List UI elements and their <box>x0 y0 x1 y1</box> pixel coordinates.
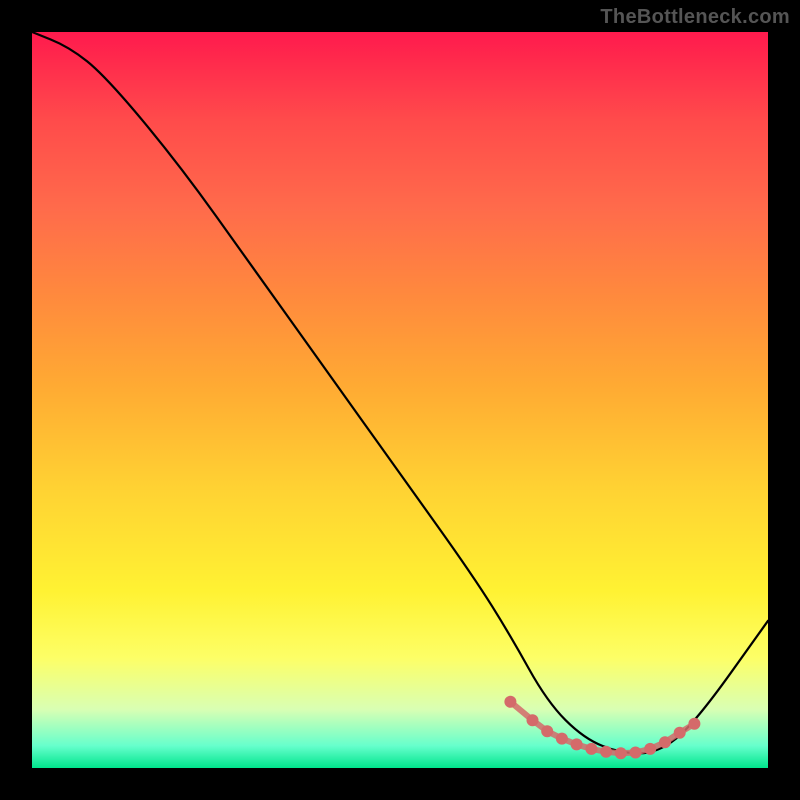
marker-dot <box>527 714 539 726</box>
chart-overlay-svg <box>32 32 768 768</box>
marker-dot <box>688 718 700 730</box>
marker-dot <box>541 725 553 737</box>
marker-dot <box>556 733 568 745</box>
marker-group <box>504 696 700 760</box>
marker-dot <box>659 736 671 748</box>
main-curve <box>32 32 768 753</box>
chart-frame: TheBottleneck.com <box>0 0 800 800</box>
marker-dot <box>504 696 516 708</box>
marker-dot <box>630 747 642 759</box>
marker-dot <box>615 747 627 759</box>
watermark-text: TheBottleneck.com <box>600 6 790 29</box>
marker-dot <box>600 746 612 758</box>
gradient-plot-area <box>32 32 768 768</box>
marker-dot <box>644 743 656 755</box>
marker-dot <box>571 738 583 750</box>
marker-dot <box>585 743 597 755</box>
marker-dot <box>674 727 686 739</box>
